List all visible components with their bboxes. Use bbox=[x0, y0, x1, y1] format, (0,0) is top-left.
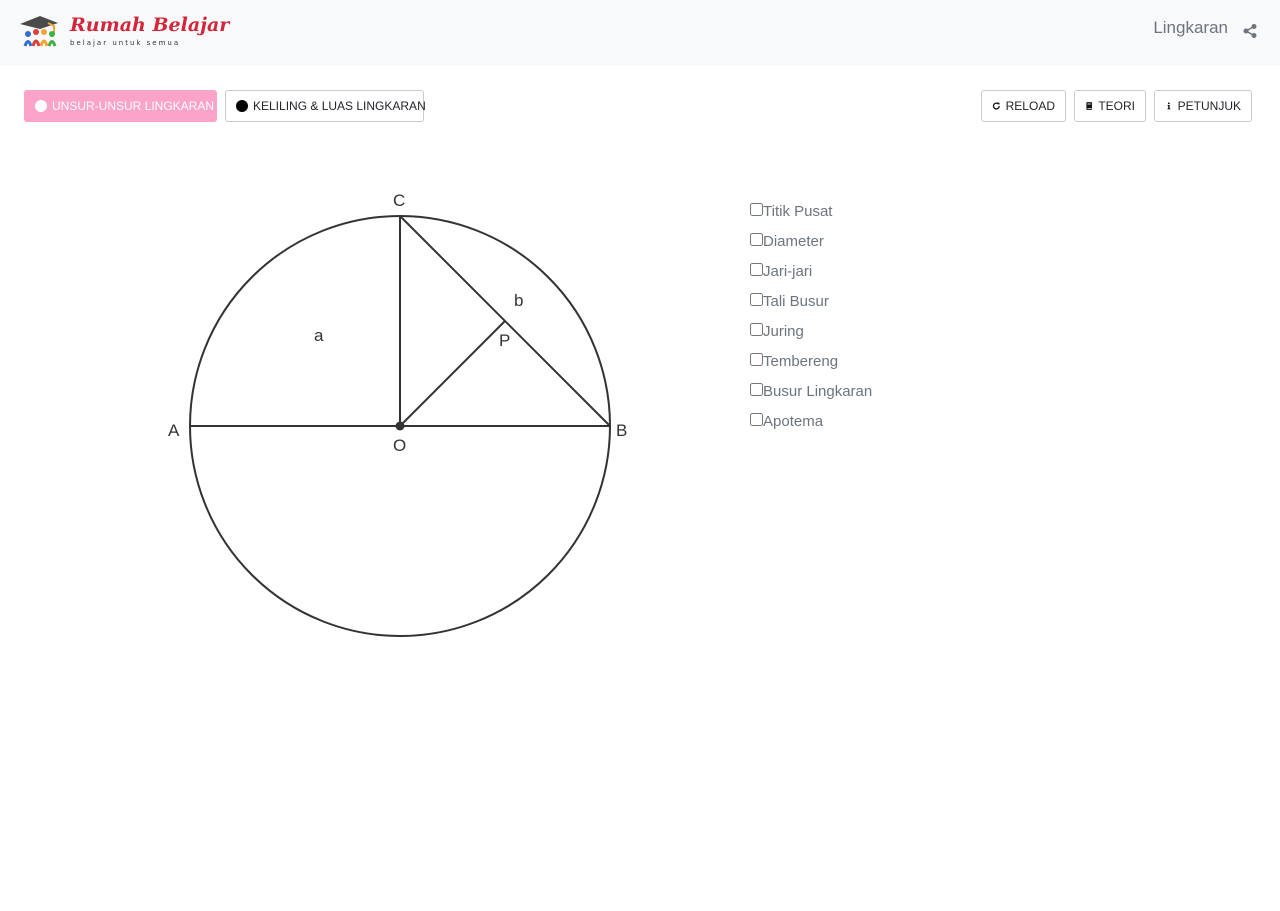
checkbox-busur-lingkaran[interactable] bbox=[750, 383, 763, 396]
tab-indicator-icon bbox=[35, 100, 47, 112]
page-title: Lingkaran bbox=[1153, 18, 1228, 37]
circle-diagram: A B C O P a b bbox=[168, 191, 627, 637]
apothem-op bbox=[399, 320, 506, 427]
logo-mark-icon bbox=[20, 16, 58, 47]
option-label: Titik Pusat bbox=[763, 203, 833, 220]
option-label: Juring bbox=[763, 323, 804, 340]
option-apotema[interactable]: Apotema bbox=[750, 413, 872, 443]
option-label: Tali Busur bbox=[763, 293, 829, 310]
reload-label: RELOAD bbox=[1005, 99, 1055, 113]
tab-unsur-unsur-lingkaran[interactable]: UNSUR-UNSUR LINGKARAN bbox=[24, 90, 217, 122]
share-icon[interactable] bbox=[1242, 23, 1258, 39]
point-label-a: A bbox=[168, 421, 180, 440]
checkbox-tembereng[interactable] bbox=[750, 353, 763, 366]
region-label-a: a bbox=[314, 326, 324, 345]
option-tali-busur[interactable]: Tali Busur bbox=[750, 293, 872, 323]
checkbox-titik-pusat[interactable] bbox=[750, 203, 763, 216]
option-label: Diameter bbox=[763, 233, 824, 250]
logo-title: Rumah Belajar bbox=[70, 14, 230, 36]
tab-keliling-luas-lingkaran[interactable]: KELILING & LUAS LINGKARAN bbox=[225, 90, 426, 122]
option-label: Tembereng bbox=[763, 353, 839, 370]
option-jari-jari[interactable]: Jari-jari bbox=[750, 263, 872, 293]
tab-indicator-icon bbox=[236, 100, 248, 112]
book-icon bbox=[1086, 102, 1092, 110]
tab-label: UNSUR-UNSUR LINGKARAN bbox=[52, 99, 215, 113]
point-label-p: P bbox=[499, 331, 510, 350]
option-tembereng[interactable]: Tembereng bbox=[750, 353, 872, 383]
checkbox-jari-jari[interactable] bbox=[750, 263, 763, 276]
option-label: Apotema bbox=[763, 413, 824, 430]
point-label-c: C bbox=[393, 191, 405, 210]
point-label-o: O bbox=[393, 436, 406, 455]
center-point bbox=[395, 421, 405, 431]
tab-label: KELILING & LUAS LINGKARAN bbox=[253, 99, 426, 113]
element-options-list: Titik Pusat Diameter Jari-jari Tali Busu… bbox=[750, 203, 872, 443]
checkbox-diameter[interactable] bbox=[750, 233, 763, 246]
reload-icon bbox=[992, 102, 1000, 110]
info-icon bbox=[1167, 102, 1171, 110]
region-label-b: b bbox=[514, 291, 523, 310]
reload-button[interactable]: RELOAD bbox=[981, 90, 1066, 122]
teori-button[interactable]: TEORI bbox=[1074, 90, 1146, 122]
petunjuk-label: PETUNJUK bbox=[1177, 99, 1241, 113]
checkbox-apotema[interactable] bbox=[750, 413, 763, 426]
logo-tagline: belajar untuk semua bbox=[70, 39, 181, 47]
option-label: Busur Lingkaran bbox=[763, 383, 873, 400]
option-busur-lingkaran[interactable]: Busur Lingkaran bbox=[750, 383, 872, 413]
petunjuk-button[interactable]: PETUNJUK bbox=[1154, 90, 1252, 122]
app-header: Rumah Belajar belajar untuk semua Lingka… bbox=[0, 0, 1280, 66]
checkbox-juring[interactable] bbox=[750, 323, 763, 336]
teori-label: TEORI bbox=[1098, 99, 1135, 113]
checkbox-tali-busur[interactable] bbox=[750, 293, 763, 306]
option-label: Jari-jari bbox=[763, 263, 813, 280]
option-juring[interactable]: Juring bbox=[750, 323, 872, 353]
option-diameter[interactable]: Diameter bbox=[750, 233, 872, 263]
point-label-b: B bbox=[616, 421, 627, 440]
option-titik-pusat[interactable]: Titik Pusat bbox=[750, 203, 872, 233]
rumah-belajar-logo[interactable]: Rumah Belajar belajar untuk semua bbox=[18, 12, 229, 52]
